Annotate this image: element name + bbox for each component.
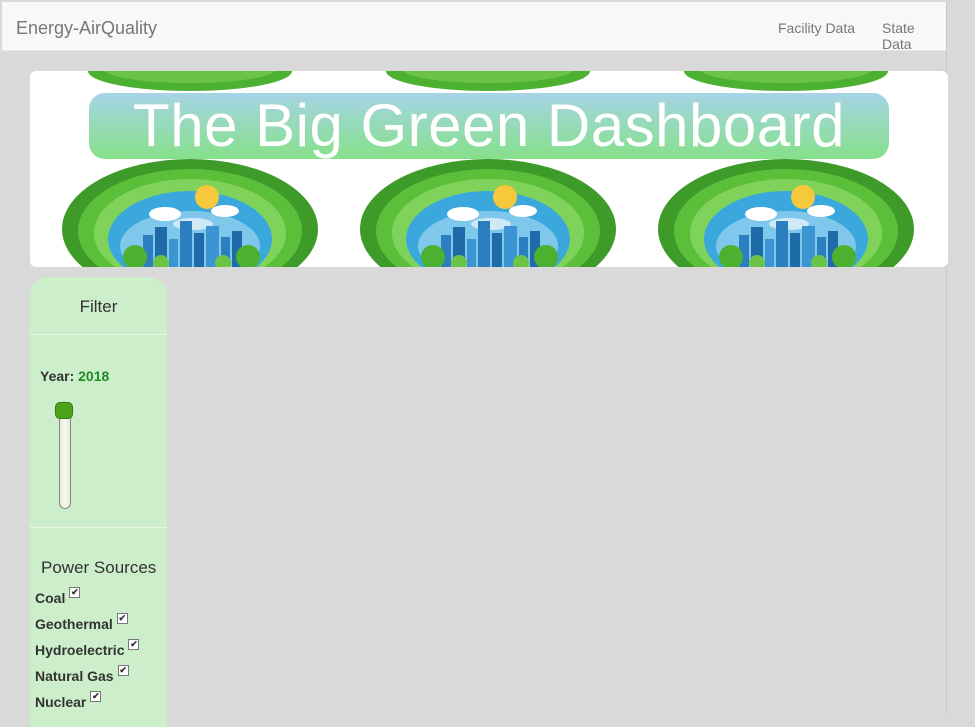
page-title: The Big Green Dashboard — [133, 92, 845, 159]
filter-title: Filter — [79, 297, 118, 316]
year-slider-handle[interactable] — [55, 402, 73, 419]
nav-link-facility-data[interactable]: Facility Data — [778, 20, 855, 36]
source-coal[interactable]: Coal ✔ — [35, 587, 81, 606]
year-readout: Year: 2018 — [40, 368, 109, 384]
source-label: Hydroelectric — [35, 642, 125, 658]
source-hydroelectric[interactable]: Hydroelectric ✔ — [35, 639, 140, 658]
year-label: Year: — [40, 368, 75, 384]
natural-gas-checkbox[interactable]: ✔ — [117, 665, 129, 676]
source-label: Geothermal — [35, 616, 113, 632]
hydroelectric-checkbox[interactable]: ✔ — [128, 639, 140, 650]
power-sources-title: Power Sources — [41, 558, 157, 577]
source-natural-gas[interactable]: Natural Gas ✔ — [35, 665, 129, 684]
banner-title-box: The Big Green Dashboard — [89, 93, 889, 159]
filter-divider-top — [30, 334, 167, 335]
source-geothermal[interactable]: Geothermal ✔ — [35, 613, 128, 632]
source-label: Coal — [35, 590, 66, 606]
geothermal-checkbox[interactable]: ✔ — [116, 613, 128, 624]
year-value: 2018 — [78, 368, 110, 384]
source-label: Natural Gas — [35, 668, 114, 684]
brand-link[interactable]: Energy-AirQuality — [16, 18, 157, 39]
filter-panel: Filter Year: 2018 Power Sources Coal ✔ G… — [30, 277, 167, 727]
source-nuclear[interactable]: Nuclear ✔ — [35, 691, 102, 710]
source-label: Nuclear — [35, 694, 87, 710]
dashboard-banner: The Big Green Dashboard — [30, 71, 948, 267]
filter-divider-mid — [30, 527, 167, 528]
year-slider-track[interactable] — [59, 407, 71, 509]
coal-checkbox[interactable]: ✔ — [69, 587, 81, 598]
top-navbar: Energy-AirQuality Facility Data State Da… — [2, 2, 946, 52]
nuclear-checkbox[interactable]: ✔ — [90, 691, 102, 702]
nav-link-state-data[interactable]: State Data — [882, 20, 946, 52]
